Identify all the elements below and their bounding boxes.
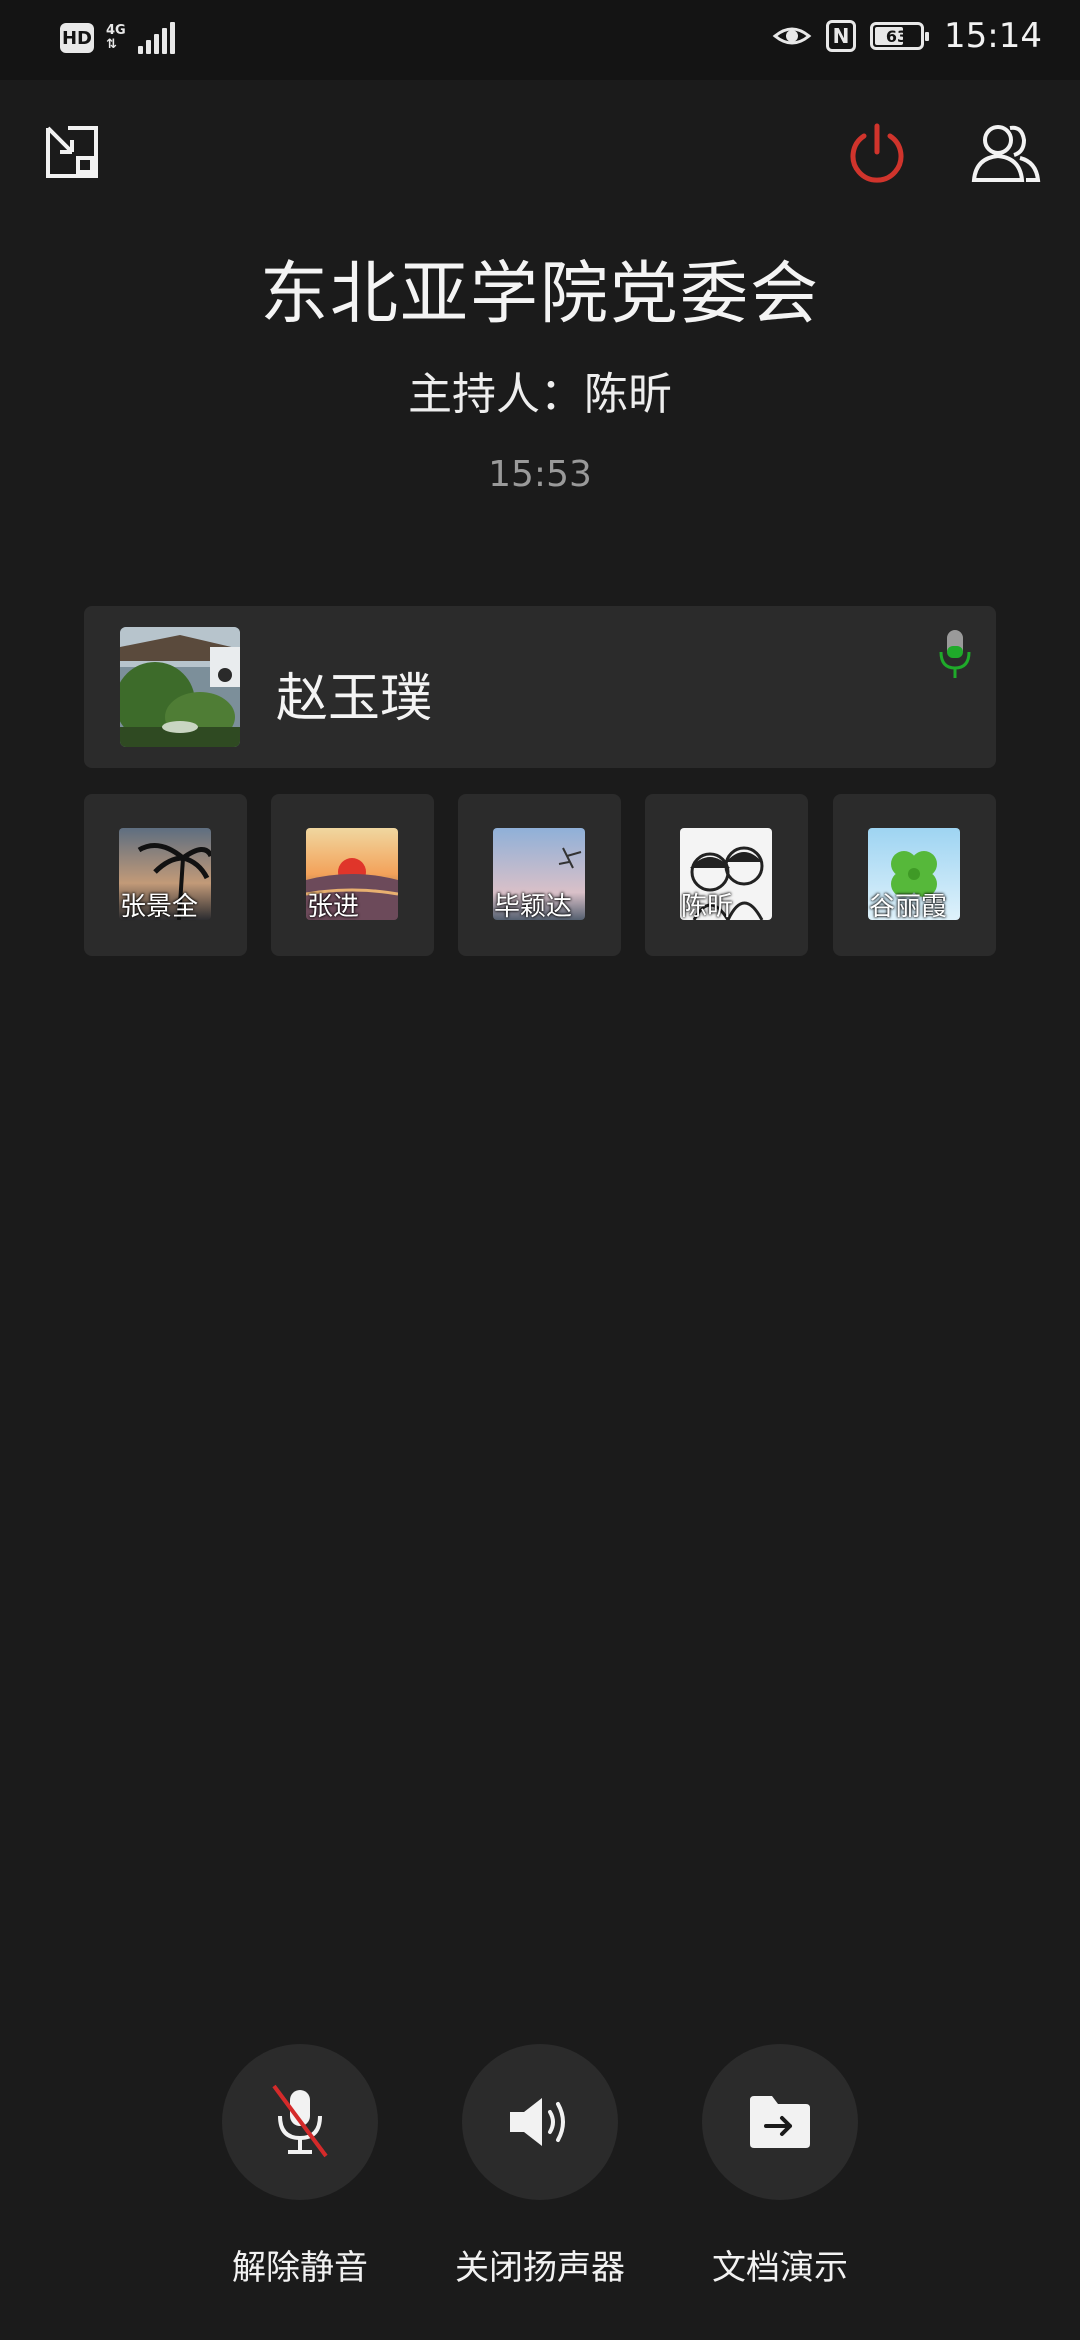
battery-icon: 63 xyxy=(870,22,930,50)
nfc-icon: N xyxy=(826,20,857,52)
status-bar: HD 4G ⇅ N 63 15:14 xyxy=(0,0,1080,80)
minimize-window-icon[interactable] xyxy=(42,122,102,182)
share-document-circle[interactable] xyxy=(702,2044,858,2200)
unmute-label: 解除静音 xyxy=(232,2248,368,2288)
unmute-button[interactable]: 解除静音 xyxy=(222,2044,378,2288)
share-document-label: 文档演示 xyxy=(712,2248,848,2288)
hd-badge: HD xyxy=(60,23,94,53)
meeting-host: 主持人：陈昕 xyxy=(408,369,672,420)
folder-share-icon xyxy=(750,2096,810,2148)
speaker-icon xyxy=(510,2098,565,2146)
meeting-title: 东北亚学院党委会 xyxy=(259,255,820,334)
participant-list: 张景全 张进 毕颖达 陈昕 谷丽霞 xyxy=(84,794,996,956)
meeting-duration: 15:53 xyxy=(488,454,592,495)
battery-level: 63 xyxy=(885,26,909,46)
share-document-button[interactable]: 文档演示 xyxy=(702,2044,858,2288)
microphone-active-icon xyxy=(939,630,971,678)
participant-tile[interactable]: 陈昕 xyxy=(645,794,808,956)
network-type: 4G ⇅ xyxy=(106,23,126,52)
participant-name: 张景全 xyxy=(120,892,199,922)
clock: 15:14 xyxy=(944,16,1042,56)
participant-tile[interactable]: 张进 xyxy=(271,794,434,956)
active-speaker-card[interactable]: 赵玉璞 xyxy=(84,606,996,768)
unmute-circle[interactable] xyxy=(222,2044,378,2200)
participant-tile[interactable]: 张景全 xyxy=(84,794,247,956)
speaker-circle[interactable] xyxy=(462,2044,618,2200)
participants-icon[interactable] xyxy=(970,122,1042,184)
speaker-off-label: 关闭扬声器 xyxy=(455,2248,625,2288)
participant-tile[interactable]: 谷丽霞 xyxy=(833,794,996,956)
active-speaker-name: 赵玉璞 xyxy=(276,669,433,729)
participant-name: 谷丽霞 xyxy=(869,892,948,922)
participant-name: 毕颖达 xyxy=(494,892,573,922)
end-meeting-power-icon[interactable] xyxy=(846,122,908,184)
participant-tile[interactable]: 毕颖达 xyxy=(458,794,621,956)
participant-name: 张进 xyxy=(307,892,360,922)
eye-icon xyxy=(772,27,812,45)
microphone-muted-icon xyxy=(272,2084,328,2158)
speaker-off-button[interactable]: 关闭扬声器 xyxy=(455,2044,625,2288)
signal-icon xyxy=(137,22,175,54)
avatar xyxy=(120,627,240,747)
participant-name: 陈昕 xyxy=(681,892,734,922)
